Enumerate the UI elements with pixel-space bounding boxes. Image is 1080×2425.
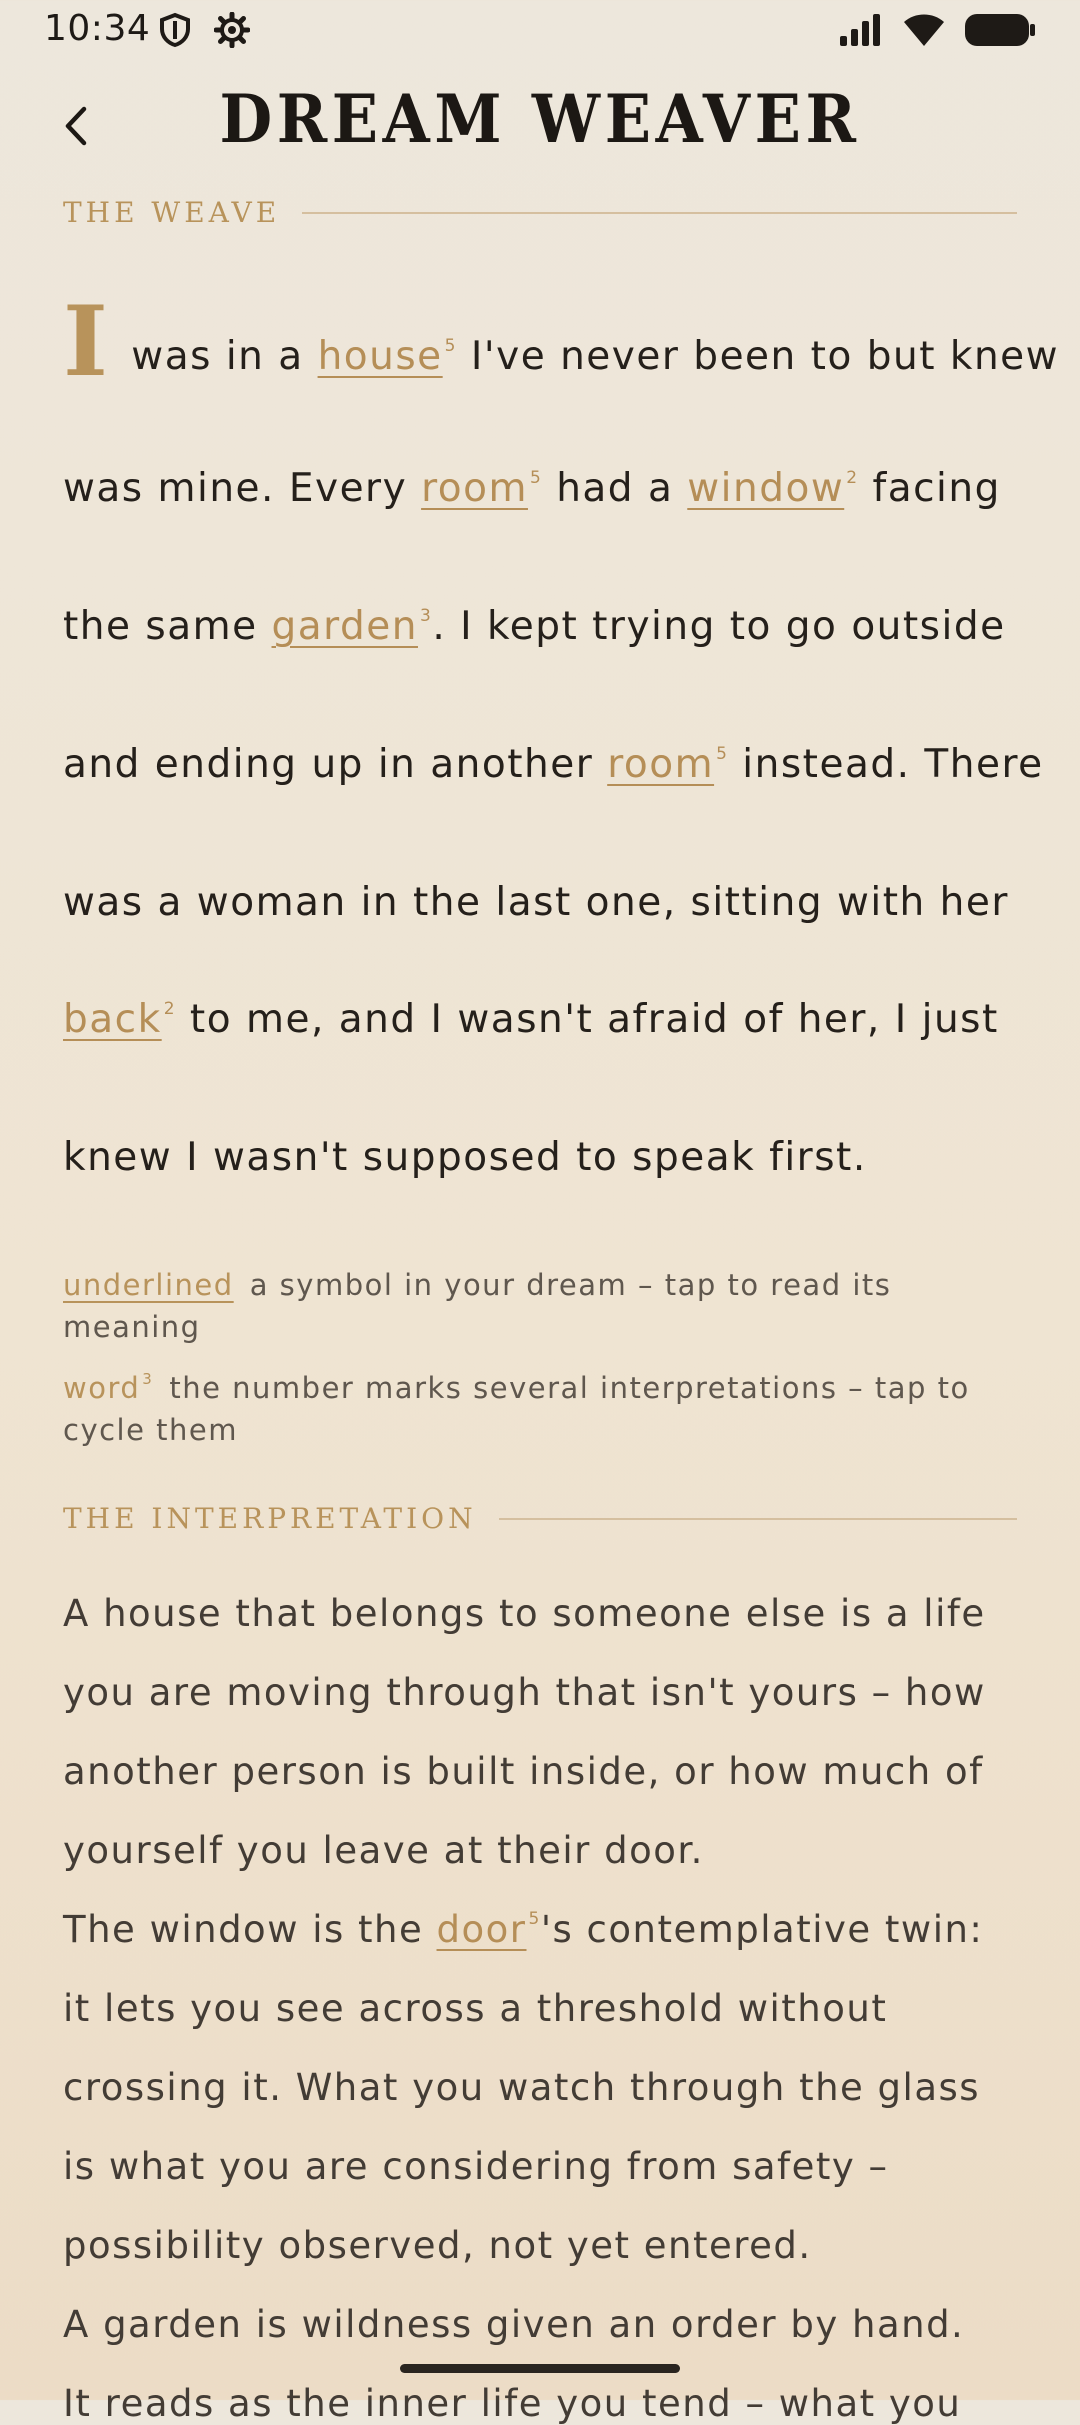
interpretation-line: another person is built inside, or how m… [63, 1750, 984, 1793]
status-bar: 10:34 [0, 0, 1080, 62]
symbol-word: door [436, 1908, 527, 1951]
legend-word: word 3 the number marks several interpreta… [63, 1358, 1023, 1451]
interpretation-line: The window is the door 5's contemplative … [63, 1908, 983, 1951]
interpretation-line: you are moving through that isn't yours … [63, 1671, 986, 1714]
dream-line: was mine. Every room 5 had a window 2 faci… [63, 466, 1001, 511]
interpretation-line: possibility observed, not yet entered. [63, 2224, 812, 2267]
dream-text-segment: facing [858, 466, 1001, 511]
symbol-link-door[interactable]: door 5 [437, 1908, 541, 1951]
status-time: 10:34 [44, 8, 151, 49]
signal-icon [838, 12, 884, 52]
dream-line: and ending up in another room 5 instead. … [63, 742, 1044, 787]
symbol-word: house [317, 334, 443, 379]
symbol-word: window [687, 466, 845, 511]
gear-icon [213, 11, 251, 49]
divider [498, 1517, 1017, 1520]
section-label: THE INTERPRETATION [63, 1502, 477, 1535]
interpretation-count: 5 [716, 744, 729, 764]
dream-text-segment: I've never been to but knew [457, 334, 1060, 379]
interpretation-line: it lets you see across a threshold witho… [63, 1987, 888, 2030]
dream-text-segment: had a [542, 466, 688, 511]
interpretation-count: 5 [529, 468, 543, 488]
symbol-word: garden [271, 604, 418, 649]
interpretation-count: 2 [163, 999, 177, 1019]
dream-text-segment: the same [63, 604, 272, 649]
interpretation-line: It reads as the inner life you tend – wh… [63, 2382, 962, 2425]
dream-text-segment: to me, and I wasn't afraid of her, I jus… [176, 997, 999, 1042]
legend-key-word: word 3 [63, 1370, 154, 1405]
section-label: THE WEAVE [63, 196, 281, 229]
wifi-icon [902, 12, 946, 52]
dream-text-segment: instead. There [728, 742, 1044, 787]
interpretation-line: is what you are considering from safety … [63, 2145, 889, 2188]
symbol-link-window[interactable]: window 2 [687, 466, 858, 511]
app-bar: DREAM WEAVER [0, 70, 1080, 180]
drop-cap: I [63, 285, 110, 398]
symbol-word: room [421, 466, 528, 511]
home-indicator[interactable] [400, 2364, 680, 2373]
legend-underlined: underlined a symbol in your dream – tap t… [63, 1264, 1023, 1348]
symbol-link-room[interactable]: room 5 [421, 466, 542, 511]
legend-key-text: word [63, 1371, 141, 1405]
dream-line: back 2 to me, and I wasn't afraid of her,… [63, 997, 999, 1042]
status-icons [838, 12, 1036, 52]
dream-text-segment: was mine. Every [63, 466, 422, 511]
dream-line: the same garden 3. I kept trying to go ou… [63, 604, 1006, 649]
dream-text-segment: and ending up in another [63, 742, 608, 787]
interpretation-line: A house that belongs to someone else is … [63, 1592, 986, 1635]
interpretation-segment: 's contemplative twin: [540, 1908, 984, 1951]
battery-icon [964, 12, 1036, 52]
interpretation-line: crossing it. What you watch through the … [63, 2066, 981, 2109]
interpretation-count: 5 [528, 1909, 541, 1929]
legend-key-underlined: underlined [63, 1268, 234, 1302]
shield-icon [158, 12, 192, 48]
legend-description: the number marks several interpretations… [63, 1371, 970, 1447]
symbol-word: room [607, 742, 715, 787]
symbol-link-house[interactable]: house 5 [318, 334, 457, 379]
interpretation-segment: The window is the [63, 1908, 437, 1951]
interpretation-line: A garden is wildness given an order by h… [63, 2303, 965, 2346]
symbol-link-room[interactable]: room 5 [607, 742, 728, 787]
legend-key-sup: 3 [142, 1370, 154, 1388]
page-title: DREAM WEAVER [219, 80, 861, 158]
section-header-weave: THE WEAVE [63, 196, 1017, 229]
dream-line: I was in a house 5 I've never been to but… [63, 285, 1059, 398]
symbol-link-back[interactable]: back 2 [63, 997, 176, 1042]
symbol-link-garden[interactable]: garden 3 [272, 604, 433, 649]
dream-line: was a woman in the last one, sitting wit… [63, 880, 1009, 925]
interpretation-count: 3 [419, 606, 433, 626]
dream-text-segment: . I kept trying to go outside [432, 604, 1006, 649]
interpretation-count: 2 [846, 468, 859, 488]
dream-text-segment: was in a [117, 334, 318, 379]
interpretation-count: 5 [444, 336, 457, 356]
interpretation-line: yourself you leave at their door. [63, 1829, 704, 1872]
divider [302, 211, 1017, 214]
section-header-interpretation: THE INTERPRETATION [63, 1502, 1017, 1535]
symbol-word: back [63, 997, 162, 1042]
dream-line: knew I wasn't supposed to speak first. [63, 1135, 867, 1180]
